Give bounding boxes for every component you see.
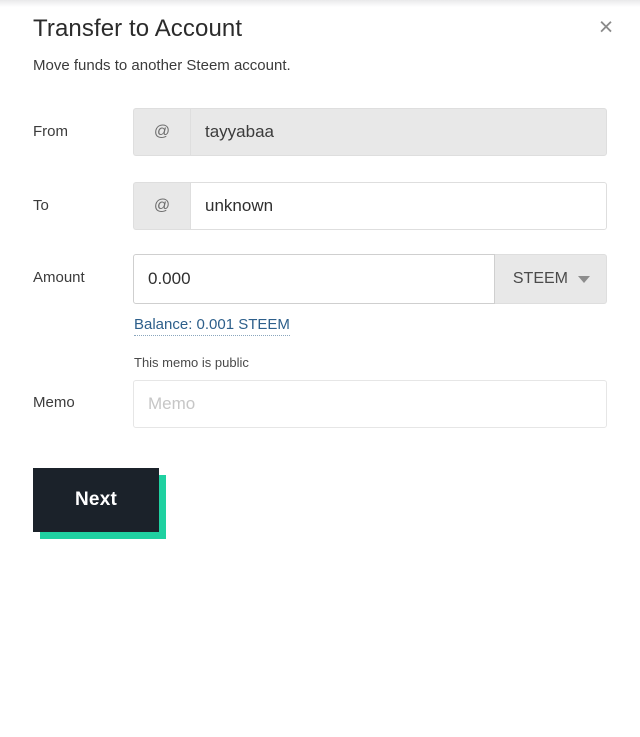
top-scroll-shadow xyxy=(0,0,640,7)
transfer-dialog: Transfer to Account Move funds to anothe… xyxy=(0,0,640,737)
from-field-group: @ xyxy=(133,108,607,156)
next-button-wrapper: Next xyxy=(33,468,167,540)
from-label: From xyxy=(33,123,68,140)
memo-public-hint: This memo is public xyxy=(134,355,249,370)
to-account-input[interactable] xyxy=(190,182,607,230)
page-title: Transfer to Account xyxy=(33,15,243,42)
from-account-input xyxy=(190,108,607,156)
dialog-header: Transfer to Account Move funds to anothe… xyxy=(33,14,607,76)
to-label: To xyxy=(33,197,49,214)
next-button[interactable]: Next xyxy=(33,468,159,532)
memo-label: Memo xyxy=(33,394,75,411)
currency-label: STEEM xyxy=(512,270,568,287)
dialog-subtitle: Move funds to another Steem account. xyxy=(33,57,291,74)
to-field-group: @ xyxy=(133,182,607,230)
at-symbol-icon: @ xyxy=(133,182,190,230)
at-symbol-icon: @ xyxy=(133,108,190,156)
amount-label: Amount xyxy=(33,269,85,286)
amount-field-group: STEEM xyxy=(133,254,607,304)
chevron-down-icon xyxy=(578,275,590,283)
balance-link[interactable]: Balance: 0.001 STEEM xyxy=(134,316,290,336)
memo-input[interactable] xyxy=(133,380,607,428)
amount-input[interactable] xyxy=(133,254,495,304)
currency-select[interactable]: STEEM xyxy=(494,254,607,304)
close-icon[interactable]: × xyxy=(589,10,623,44)
